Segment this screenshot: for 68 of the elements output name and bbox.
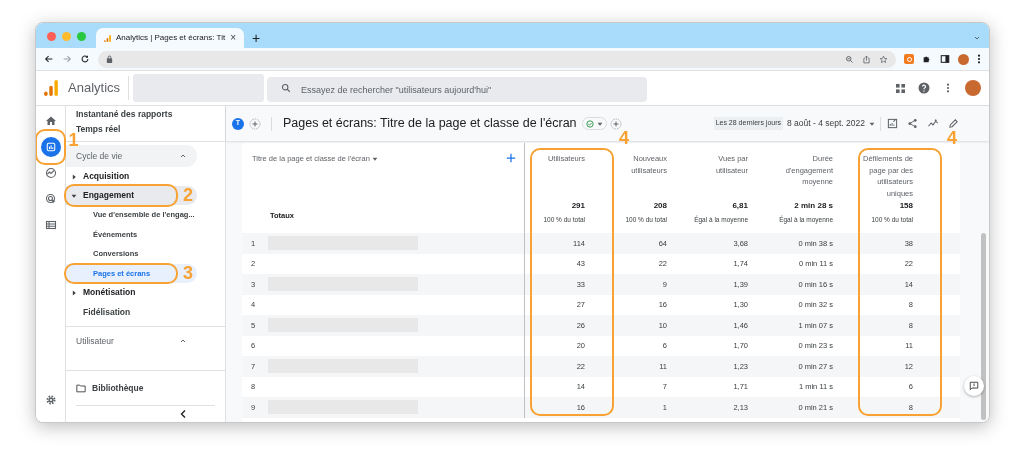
collapse-chevron-icon[interactable] — [179, 409, 187, 420]
more-vertical-icon[interactable] — [977, 54, 981, 64]
account-avatar[interactable] — [965, 80, 981, 96]
section-header[interactable]: Cycle de vie — [66, 145, 197, 168]
total-value: 291 — [571, 200, 585, 213]
bar-chart-icon — [45, 142, 56, 152]
total-value: 158 — [899, 200, 913, 213]
chevron-down-icon — [973, 34, 981, 42]
scrollbar[interactable] — [981, 233, 986, 420]
search-field[interactable]: Essayez de rechercher "utilisateurs aujourd'hui" — [267, 77, 648, 102]
search-icon — [281, 83, 292, 93]
customize-report-icon[interactable] — [887, 118, 898, 129]
check-circle-icon — [585, 119, 594, 128]
add-circle-icon[interactable] — [249, 117, 261, 130]
triangle-down-icon — [71, 192, 77, 199]
callout-number: 2 — [183, 186, 193, 205]
nav-group[interactable]: Monétisation — [66, 283, 197, 303]
nav-link[interactable]: Bibliothèque — [66, 377, 225, 400]
browser-tab[interactable]: Analytics | Pages et écrans: Tit × — [96, 28, 244, 48]
nav-group[interactable]: Acquisition — [66, 167, 197, 187]
insights-icon[interactable] — [927, 118, 939, 129]
report-title: Pages et écrans: Titre de la page et classe de l'écran — [283, 115, 577, 133]
share-icon[interactable] — [862, 54, 871, 64]
callout-number: 4 — [947, 129, 957, 147]
side-panel-icon[interactable] — [940, 54, 950, 64]
date-range-selector[interactable]: 8 août - 4 sept. 2022 — [787, 117, 865, 130]
share-icon[interactable] — [907, 118, 918, 129]
tab-close-button[interactable]: × — [230, 33, 236, 43]
add-circle-icon[interactable] — [609, 117, 622, 130]
rail-button[interactable] — [40, 137, 61, 157]
target-cursor-icon — [44, 193, 57, 205]
settings-icon[interactable] — [44, 394, 57, 406]
reload-icon[interactable] — [80, 54, 90, 64]
new-tab-button[interactable]: + — [252, 31, 261, 45]
nav-label: Bibliothèque — [92, 381, 144, 395]
callout-number: 3 — [183, 263, 193, 282]
star-icon[interactable] — [879, 54, 888, 64]
analytics-logo-icon — [44, 80, 58, 96]
folder-icon — [76, 383, 86, 393]
pencil-icon[interactable] — [948, 118, 959, 129]
list-icon — [44, 219, 57, 231]
lock-icon — [106, 55, 113, 63]
triangle-right-icon — [71, 173, 77, 180]
dropdown-caret-icon[interactable] — [869, 120, 875, 127]
analytics-logo-icon — [104, 33, 111, 43]
dropdown-caret-icon — [371, 155, 378, 162]
trend-circle-icon — [44, 167, 57, 179]
nav-item[interactable]: Fidélisation — [66, 302, 225, 323]
apps-grid-icon[interactable] — [896, 83, 905, 93]
triangle-right-icon — [71, 289, 77, 296]
callout-number: 4 — [619, 129, 629, 147]
profile-avatar[interactable] — [958, 53, 969, 65]
home-icon — [44, 115, 57, 127]
add-icon[interactable] — [506, 153, 516, 163]
feedback-icon — [969, 381, 979, 391]
dropdown-caret-icon — [596, 120, 603, 127]
total-value: 6,81 — [732, 200, 748, 213]
total-value: 208 — [653, 200, 667, 213]
more-vertical-icon[interactable] — [946, 83, 950, 93]
nav-link[interactable]: Instantané des rapports — [66, 107, 225, 123]
zoom-icon[interactable] — [845, 54, 854, 64]
product-name: Analytics — [68, 79, 121, 98]
total-value: 2 min 28 s — [794, 200, 833, 213]
tab-title: Analytics | Pages et écrans: Tit — [115, 32, 226, 44]
section-header[interactable]: Utilisateur — [66, 330, 197, 353]
feedback-button[interactable] — [964, 376, 984, 396]
help-icon[interactable] — [918, 82, 930, 94]
back-arrow-icon[interactable] — [44, 54, 54, 64]
